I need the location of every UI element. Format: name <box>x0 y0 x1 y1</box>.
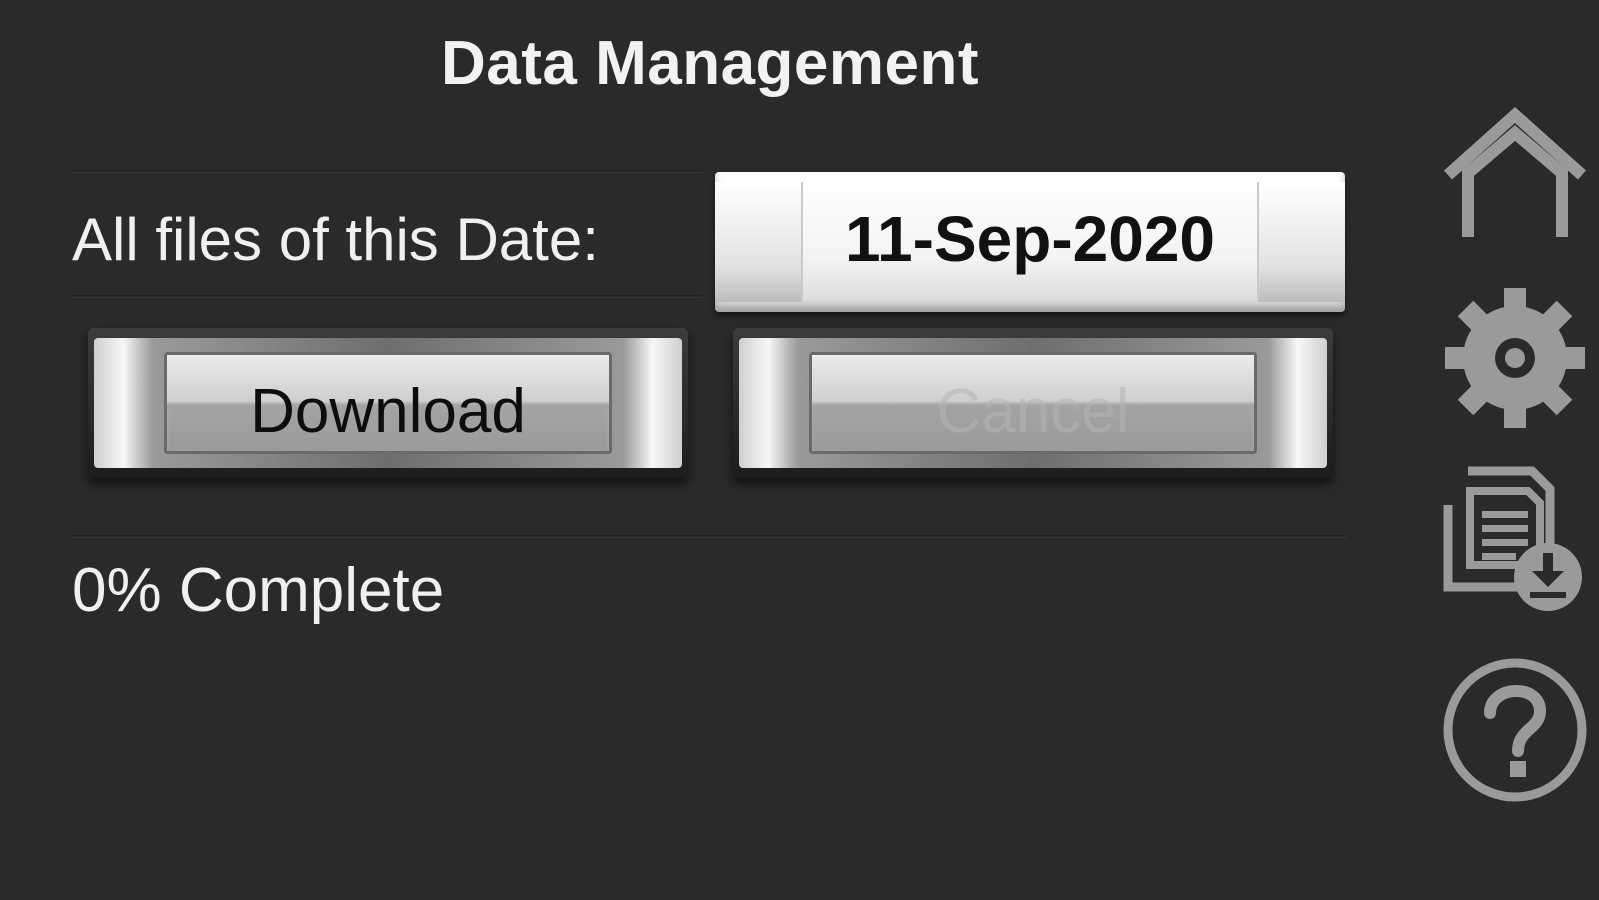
cancel-button[interactable]: Cancel <box>733 328 1333 478</box>
divider-top <box>72 170 702 173</box>
progress-status: 0% Complete <box>72 556 445 625</box>
date-picker-field[interactable]: 11-Sep-2020 <box>715 172 1345 312</box>
file-download-button[interactable] <box>1440 465 1590 615</box>
home-button[interactable] <box>1440 105 1590 245</box>
date-label: All files of this Date: <box>72 206 599 273</box>
home-icon <box>1443 106 1587 237</box>
divider-mid <box>72 295 702 298</box>
cancel-button-label: Cancel <box>936 377 1130 446</box>
download-button-label: Download <box>250 377 526 446</box>
settings-button[interactable] <box>1440 288 1590 428</box>
help-button[interactable] <box>1440 655 1590 805</box>
help-icon <box>1443 658 1587 802</box>
data-management-screen: Data Management All files of this Date: … <box>0 0 1599 900</box>
page-title: Data Management <box>440 29 980 98</box>
download-button[interactable]: Download <box>88 328 688 478</box>
divider-bottom <box>72 535 1347 538</box>
file-download-icon <box>1443 466 1582 611</box>
date-value: 11-Sep-2020 <box>844 203 1216 275</box>
gear-icon <box>1445 288 1585 428</box>
